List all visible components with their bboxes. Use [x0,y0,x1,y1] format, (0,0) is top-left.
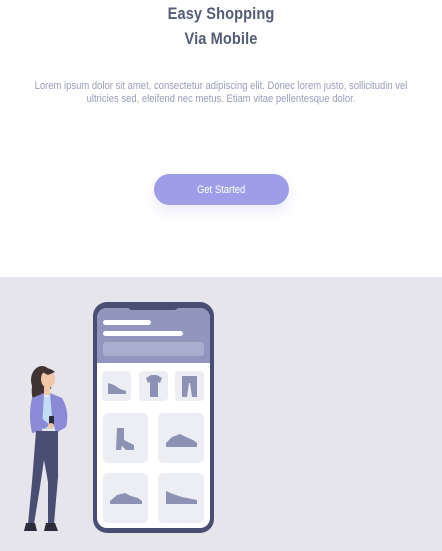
title-line-1: Easy Shopping [167,4,275,23]
title-line-2: Via Mobile [184,29,258,48]
hero-illustration-panel [0,277,442,551]
product-tile-tshirt [139,371,168,401]
page-title: Easy Shopping Via Mobile [31,1,411,51]
product-tile-shoe [102,371,131,401]
get-started-label: Get Started [197,183,246,196]
product-tile-sneaker-2 [103,473,148,523]
intro-paragraph: Lorem ipsum dolor sit amet, consectetur … [18,80,424,106]
product-tile-shoe-2 [158,473,204,523]
shopping-illustration [24,302,214,533]
get-started-button[interactable]: Get Started [154,174,289,205]
product-tile-pants [175,371,204,401]
intro-text: Lorem ipsum dolor sit amet, consectetur … [34,80,408,105]
woman-illustration [24,366,68,531]
product-tile-sneaker-1 [158,413,204,463]
product-tile-boot [103,413,148,463]
